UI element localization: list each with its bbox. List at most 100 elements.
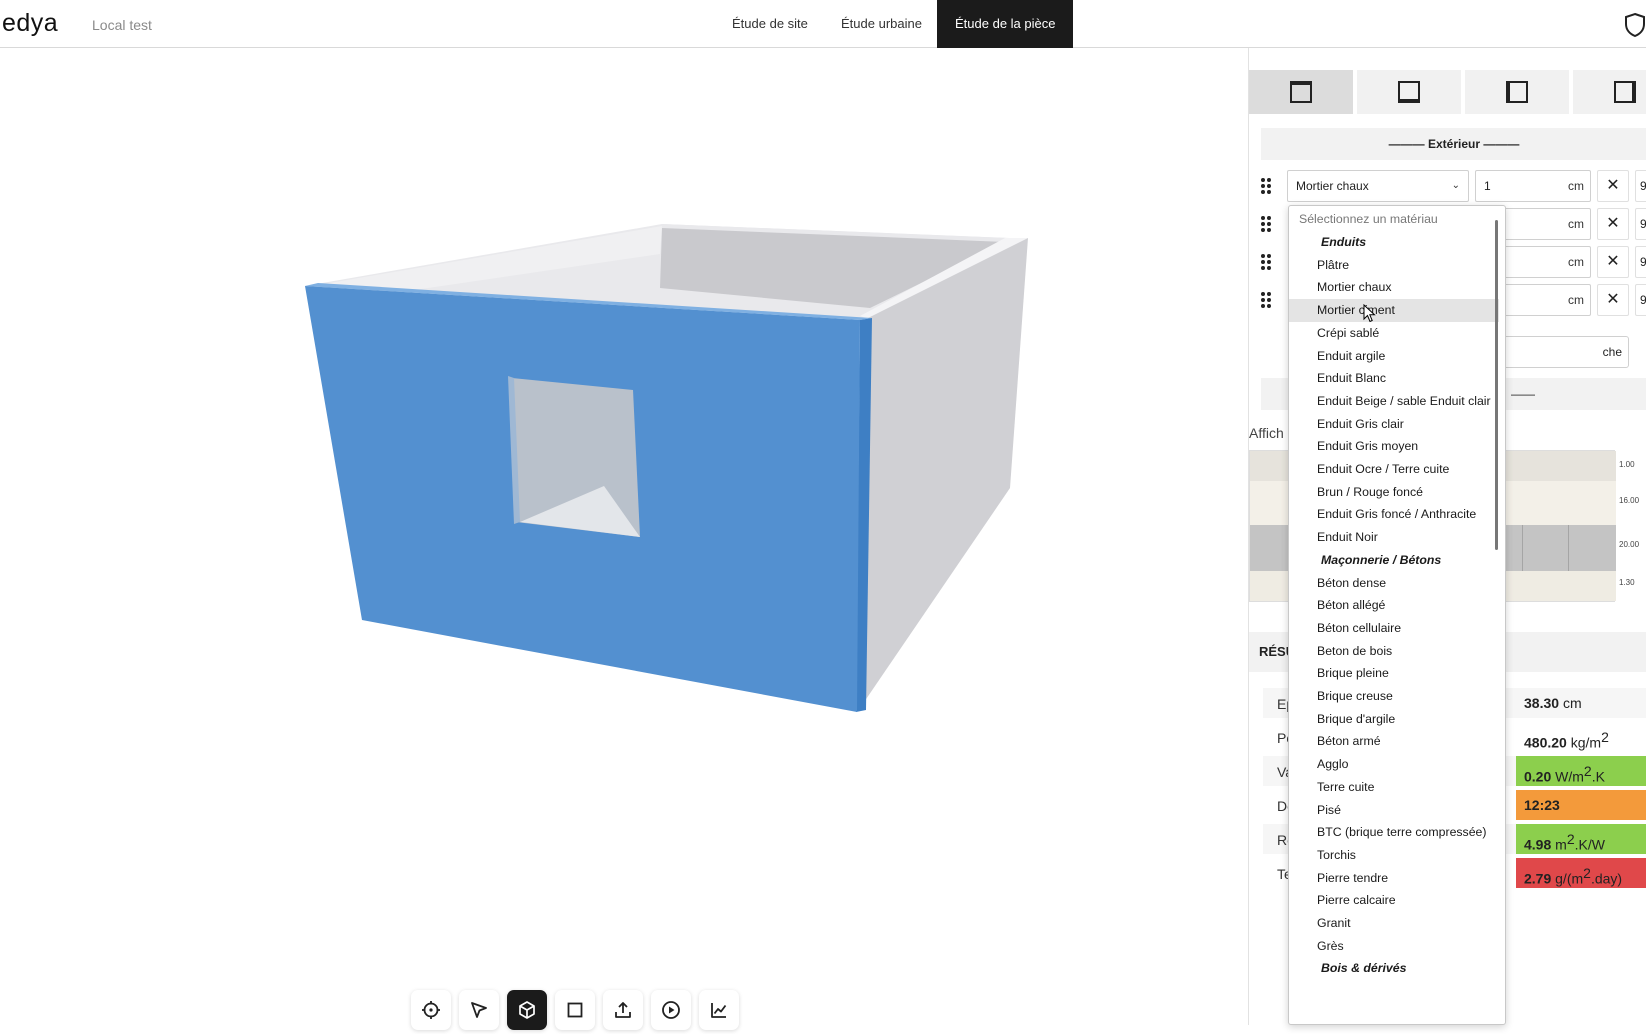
drag-handle-icon[interactable] — [1261, 292, 1271, 308]
play-tool[interactable] — [651, 990, 691, 1030]
top-bar: edya Local test Étude de site Étude urba… — [0, 0, 1646, 48]
drag-handle-icon[interactable] — [1261, 254, 1271, 270]
dropdown-option[interactable]: Beton de bois — [1289, 640, 1499, 663]
dropdown-option[interactable]: Béton armé — [1289, 730, 1499, 753]
dropdown-option[interactable]: Torchis — [1289, 844, 1499, 867]
app-logo[interactable]: edya — [2, 9, 58, 38]
delete-layer-button[interactable]: ✕ — [1597, 246, 1629, 278]
layer-extra-field[interactable]: 9 — [1635, 208, 1646, 240]
close-icon: ✕ — [1606, 177, 1620, 194]
dropdown-option[interactable]: Brique creuse — [1289, 685, 1499, 708]
close-icon: ✕ — [1606, 253, 1620, 270]
result-value: 4.98 m2.K/W — [1516, 824, 1646, 854]
layer-extra-field[interactable]: 9 — [1635, 284, 1646, 316]
thickness-input[interactable]: 1 cm — [1475, 170, 1591, 202]
pointer-icon — [471, 1002, 487, 1018]
face-tab-top[interactable] — [1249, 70, 1353, 114]
dropdown-option[interactable]: Brique d'argile — [1289, 708, 1499, 731]
2d-view-tool[interactable] — [555, 990, 595, 1030]
drag-handle-icon[interactable] — [1261, 216, 1271, 232]
3d-viewport[interactable] — [0, 48, 1248, 1030]
dropdown-option[interactable]: Mortier chaux — [1289, 276, 1499, 299]
chart-tool[interactable] — [699, 990, 739, 1030]
thickness-value: 1 — [1484, 179, 1491, 193]
material-select[interactable]: Mortier chaux ⌄ — [1287, 170, 1469, 202]
dropdown-option[interactable]: Béton dense — [1289, 572, 1499, 595]
tab-etude-de-la-piece[interactable]: Étude de la pièce — [937, 0, 1074, 48]
thickness-unit: cm — [1568, 179, 1584, 193]
wall-top-icon — [1290, 81, 1312, 103]
project-name[interactable]: Local test — [92, 17, 152, 33]
face-view-tabs — [1249, 70, 1646, 114]
material-select-value: Mortier chaux — [1296, 179, 1369, 193]
section-exterior-title: ——— Extérieur ——— — [1261, 128, 1646, 160]
scale-label: 20.00 — [1619, 540, 1640, 549]
delete-layer-button[interactable]: ✕ — [1597, 208, 1629, 240]
dropdown-option[interactable]: Plâtre — [1289, 254, 1499, 277]
dropdown-option[interactable]: Béton allégé — [1289, 594, 1499, 617]
result-value: 2.79 g/(m2.day) — [1516, 858, 1646, 888]
dropdown-option[interactable]: Enduit Gris moyen — [1289, 435, 1499, 458]
delete-layer-button[interactable]: ✕ — [1597, 284, 1629, 316]
result-value: 0.20 W/m2.K — [1516, 756, 1646, 786]
dropdown-option[interactable]: Enduit Noir — [1289, 526, 1499, 549]
dropdown-option[interactable]: Brique pleine — [1289, 662, 1499, 685]
close-icon: ✕ — [1606, 291, 1620, 308]
face-tab-right[interactable] — [1573, 70, 1646, 114]
dropdown-option[interactable]: Pierre tendre — [1289, 867, 1499, 890]
dropdown-option[interactable]: Pisé — [1289, 799, 1499, 822]
dropdown-option[interactable]: Enduit Gris foncé / Anthracite — [1289, 503, 1499, 526]
dropdown-option[interactable]: Enduit Beige / sable Enduit clair — [1289, 390, 1499, 413]
dropdown-option[interactable]: Agglo — [1289, 753, 1499, 776]
dropdown-option[interactable]: Enduit Gris clair — [1289, 413, 1499, 436]
tab-etude-urbaine[interactable]: Étude urbaine — [823, 0, 940, 48]
material-dropdown[interactable]: Sélectionnez un matériau Enduits Plâtre Mo… — [1288, 205, 1506, 1025]
result-value: 38.30 cm — [1524, 695, 1582, 711]
dropdown-option[interactable]: Granit — [1289, 912, 1499, 935]
dropdown-option[interactable]: Brun / Rouge foncé — [1289, 481, 1499, 504]
close-icon: ✕ — [1606, 215, 1620, 232]
room-3d-model[interactable] — [0, 48, 1248, 1025]
bottom-toolbar — [411, 990, 739, 1034]
wall-right-icon — [1614, 81, 1636, 103]
dropdown-option[interactable]: Crépi sablé — [1289, 322, 1499, 345]
display-label: Affich — [1249, 425, 1284, 441]
delete-layer-button[interactable]: ✕ — [1597, 170, 1629, 202]
dropdown-group-label: Bois & dérivés — [1321, 961, 1407, 976]
thickness-unit: cm — [1568, 293, 1584, 307]
dropdown-group-label: Enduits — [1321, 235, 1367, 249]
wall-left-icon — [1506, 81, 1528, 103]
face-tab-bottom[interactable] — [1357, 70, 1461, 114]
layer-extra-field[interactable]: 9 — [1635, 246, 1646, 278]
dropdown-option[interactable]: Pierre calcaire — [1289, 889, 1499, 912]
select-tool[interactable] — [459, 990, 499, 1030]
mouse-cursor-icon — [1363, 304, 1376, 323]
dropdown-option[interactable]: Béton cellulaire — [1289, 617, 1499, 640]
layer-extra-field[interactable]: 9 — [1635, 170, 1646, 202]
dropdown-option[interactable]: Grès — [1289, 935, 1499, 958]
dropdown-group-label: Maçonnerie / Bétons — [1321, 552, 1442, 567]
add-layer-button[interactable]: che — [1499, 336, 1629, 368]
dropdown-scrollbar[interactable] — [1495, 220, 1498, 550]
dropdown-option[interactable]: Enduit Ocre / Terre cuite — [1289, 458, 1499, 481]
cube-icon — [519, 1001, 535, 1019]
export-tool[interactable] — [603, 990, 643, 1030]
wall-bottom-icon — [1398, 81, 1420, 103]
dropdown-option[interactable]: Mortier ciment — [1289, 299, 1499, 323]
dropdown-placeholder[interactable]: Sélectionnez un matériau — [1289, 208, 1499, 231]
square-icon — [567, 1002, 583, 1018]
dropdown-option[interactable]: Enduit Blanc — [1289, 367, 1499, 390]
result-value: 480.20 kg/m2 — [1524, 729, 1609, 751]
dropdown-option[interactable]: Terre cuite — [1289, 776, 1499, 799]
dropdown-option[interactable]: Enduit argile — [1289, 345, 1499, 368]
thickness-unit: cm — [1568, 217, 1584, 231]
crosshair-tool[interactable] — [411, 990, 451, 1030]
drag-handle-icon[interactable] — [1261, 178, 1271, 194]
3d-view-tool[interactable] — [507, 990, 547, 1030]
dropdown-option[interactable]: BTC (brique terre compressée) — [1289, 821, 1499, 844]
upload-icon — [615, 1002, 631, 1018]
tab-etude-de-site[interactable]: Étude de site — [714, 0, 826, 48]
scale-label: 16.00 — [1619, 496, 1640, 505]
shield-icon[interactable] — [1624, 12, 1646, 38]
face-tab-left[interactable] — [1465, 70, 1569, 114]
